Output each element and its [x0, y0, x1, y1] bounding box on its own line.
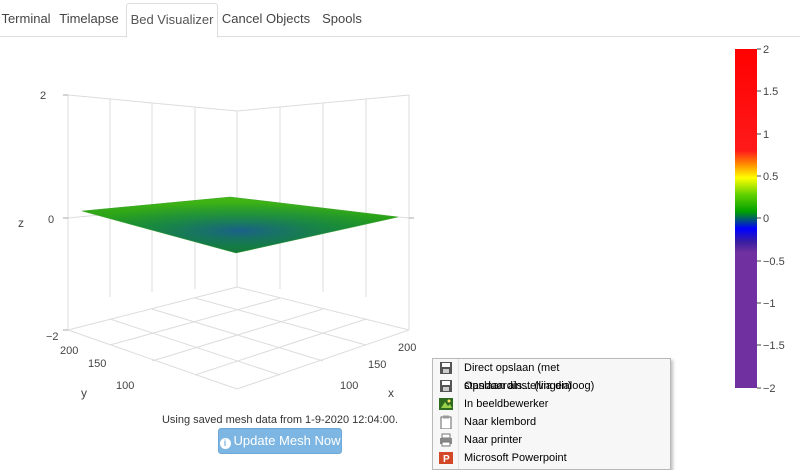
svg-text:P: P	[443, 454, 450, 465]
tab-bed-visualizer[interactable]: Bed Visualizer	[126, 3, 218, 38]
colorbar-tick-label: −1	[763, 298, 776, 310]
colorbar-tick-label: 0.5	[763, 171, 778, 183]
printer-icon	[440, 433, 452, 447]
tab-timelapse[interactable]: Timelapse	[56, 3, 122, 35]
menu-item-label: Microsoft Powerpoint	[464, 452, 567, 464]
menu-item-image-editor[interactable]: In beeldbewerker	[433, 395, 670, 413]
colorbar-tick-label: −1.5	[763, 340, 785, 352]
z-tick-label: 0	[48, 214, 54, 226]
colorbar-tick-label: −0.5	[763, 256, 785, 268]
image-editor-icon	[439, 398, 453, 410]
floppy-disk-icon	[440, 380, 452, 392]
context-menu: Direct opslaan (met standaardinstellinge…	[432, 358, 671, 470]
update-mesh-button[interactable]: i Update Mesh Now	[218, 428, 342, 454]
clipboard-icon	[440, 415, 452, 429]
tab-bar: Terminal Timelapse Bed Visualizer Cancel…	[0, 0, 800, 38]
colorbar-tick-label: 1	[763, 129, 769, 141]
tab-spools[interactable]: Spools	[316, 3, 368, 35]
y-axis-label: y	[81, 386, 87, 400]
z-tick-label: 2	[40, 90, 46, 102]
colorbar-tick-label: 0	[763, 213, 769, 225]
bed-mesh-chart[interactable]: 2 0 −2 z 200 150 100 y 200 150 100 x 2 1…	[0, 37, 800, 417]
z-tick-label: −2	[46, 331, 59, 343]
y-tick-label: 150	[88, 358, 106, 370]
menu-item-save-as[interactable]: Opslaan als... (via dialoog)	[433, 377, 670, 395]
x-tick-label: 150	[368, 359, 386, 371]
colorbar: 2 1.5 1 0.5 0 −0.5 −1 −1.5 −2	[735, 44, 785, 395]
menu-item-label: Opslaan als... (via dialoog)	[464, 380, 595, 392]
menu-item-label: Naar printer	[464, 434, 523, 446]
menu-item-clipboard[interactable]: Naar klembord	[433, 413, 670, 431]
info-circle-icon: i	[219, 438, 231, 449]
z-axis-label: z	[18, 216, 24, 230]
menu-item-powerpoint[interactable]: P Microsoft Powerpoint	[433, 449, 670, 467]
mesh-surface	[81, 196, 399, 254]
x-tick-label: 100	[340, 380, 358, 392]
menu-item-label: Naar klembord	[464, 416, 537, 428]
colorbar-tick-label: 2	[763, 44, 769, 56]
menu-item-direct-save[interactable]: Direct opslaan (met standaardinstellinge…	[433, 359, 670, 392]
tab-terminal[interactable]: Terminal	[0, 3, 52, 35]
update-mesh-button-label: Update Mesh Now	[233, 433, 341, 448]
x-axis-label: x	[388, 386, 394, 400]
y-tick-label: 200	[60, 345, 78, 357]
x-tick-label: 200	[398, 342, 416, 354]
powerpoint-icon: P	[439, 452, 453, 465]
tab-cancel-objects[interactable]: Cancel Objects	[220, 3, 312, 35]
floppy-disk-icon	[440, 362, 452, 374]
y-tick-label: 100	[116, 380, 134, 392]
colorbar-tick-label: −2	[763, 383, 776, 395]
menu-item-label: In beeldbewerker	[464, 398, 549, 410]
colorbar-gradient	[735, 49, 757, 388]
colorbar-tick-label: 1.5	[763, 86, 778, 98]
menu-item-printer[interactable]: Naar printer	[433, 431, 670, 449]
